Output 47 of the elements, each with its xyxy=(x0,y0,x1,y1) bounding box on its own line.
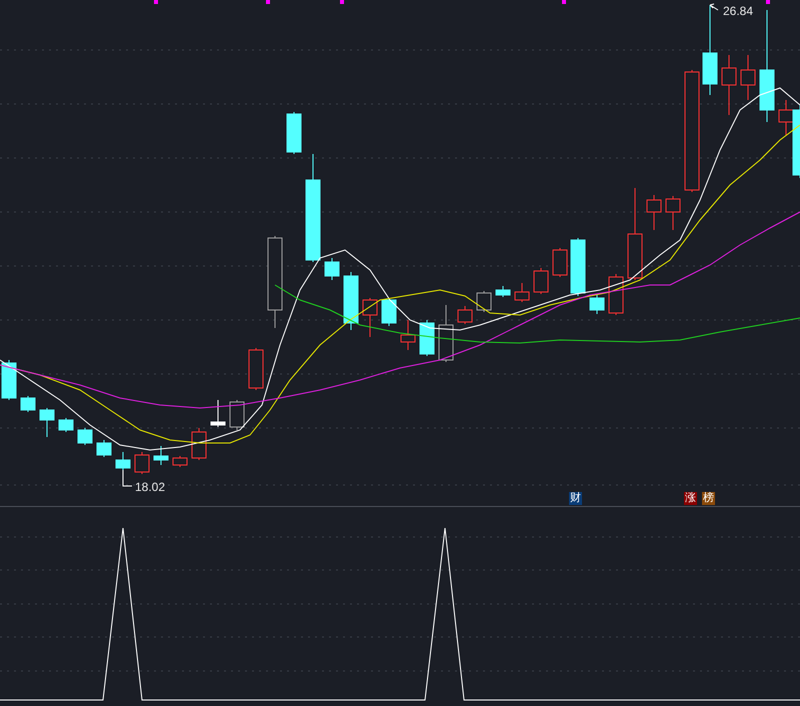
candlestick xyxy=(210,400,226,428)
candlestick xyxy=(154,446,168,466)
event-badge[interactable]: 榜 xyxy=(702,492,715,505)
candlestick xyxy=(514,282,530,302)
candlestick xyxy=(476,290,492,312)
candlestick xyxy=(740,54,756,100)
candlestick xyxy=(646,194,662,230)
high-price-label: 26.84 xyxy=(723,3,754,20)
signal-marker xyxy=(266,0,270,4)
candlestick xyxy=(496,286,510,298)
candlestick xyxy=(40,408,54,438)
candlestick xyxy=(666,196,680,230)
candlestick xyxy=(608,274,624,316)
candlestick xyxy=(96,440,112,458)
candlestick xyxy=(344,272,358,330)
candlestick xyxy=(400,320,416,350)
candlestick xyxy=(116,452,130,470)
candlestick xyxy=(286,112,302,154)
event-badge[interactable]: 涨 xyxy=(684,492,697,505)
candlestick xyxy=(58,418,74,432)
candlestick xyxy=(420,320,434,356)
candlestick xyxy=(590,294,604,314)
candlestick xyxy=(382,298,396,326)
candlestick xyxy=(438,304,454,362)
candlestick xyxy=(2,360,16,400)
candlestick xyxy=(78,428,92,446)
signal-marker xyxy=(562,0,566,4)
candlestick xyxy=(534,268,548,294)
candlestick xyxy=(20,396,36,412)
candlestick xyxy=(324,258,340,280)
candlestick xyxy=(458,306,472,324)
candlestick xyxy=(134,452,150,474)
event-badge[interactable]: 财 xyxy=(569,492,582,505)
low-price-label: 18.02 xyxy=(135,479,166,496)
signal-marker xyxy=(154,0,158,4)
leader-line xyxy=(122,470,132,486)
candlestick xyxy=(362,298,378,338)
candlestick xyxy=(172,456,188,468)
candlestick xyxy=(192,428,206,460)
candlestick xyxy=(230,400,244,430)
candlestick xyxy=(722,54,736,116)
signal-marker xyxy=(340,0,344,4)
signal-marker xyxy=(766,0,770,4)
candlestick xyxy=(570,238,586,296)
candlestick xyxy=(248,348,264,390)
candlestick xyxy=(552,248,568,278)
leader-line xyxy=(710,4,718,10)
